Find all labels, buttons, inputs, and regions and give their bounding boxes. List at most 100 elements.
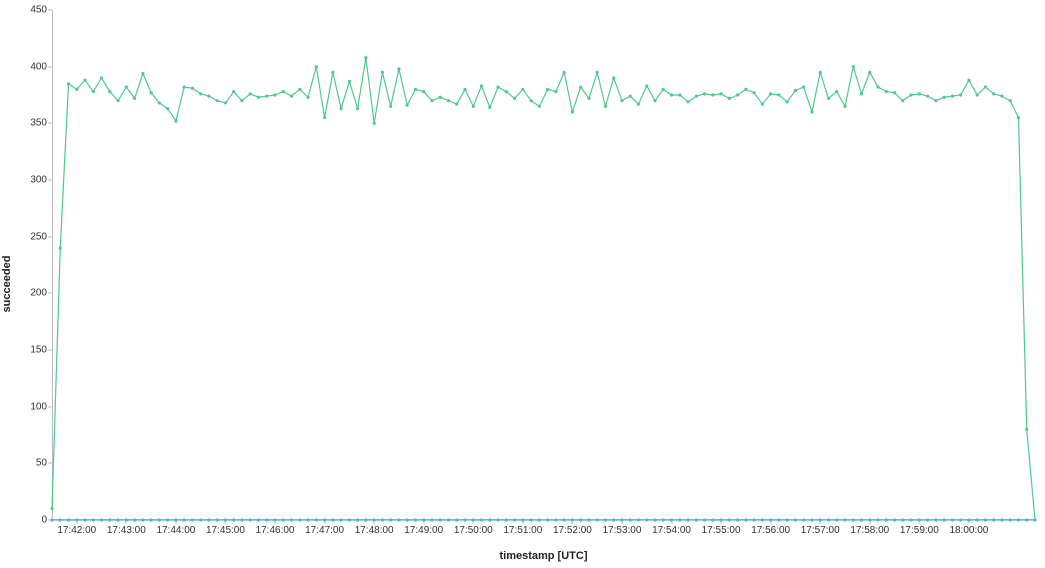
series-point-failed bbox=[199, 518, 202, 521]
series-point-succeeded bbox=[1033, 518, 1036, 521]
series-point-succeeded bbox=[373, 122, 376, 125]
y-tick-label: 450 bbox=[7, 5, 47, 16]
series-point-failed bbox=[736, 518, 739, 521]
series-point-succeeded bbox=[488, 106, 491, 109]
series-point-failed bbox=[83, 518, 86, 521]
series-point-succeeded bbox=[769, 92, 772, 95]
series-point-succeeded bbox=[918, 92, 921, 95]
series-point-succeeded bbox=[1025, 428, 1028, 431]
series-point-failed bbox=[447, 518, 450, 521]
series-point-failed bbox=[166, 518, 169, 521]
series-point-succeeded bbox=[133, 97, 136, 100]
series-point-succeeded bbox=[868, 71, 871, 74]
series-point-succeeded bbox=[150, 91, 153, 94]
series-point-succeeded bbox=[50, 507, 53, 510]
series-point-failed bbox=[265, 518, 268, 521]
series-point-failed bbox=[926, 518, 929, 521]
series-point-succeeded bbox=[686, 100, 689, 103]
x-tick-label: 17:55:00 bbox=[702, 525, 741, 536]
series-point-succeeded bbox=[951, 95, 954, 98]
series-point-failed bbox=[1025, 518, 1028, 521]
series-point-succeeded bbox=[298, 88, 301, 91]
series-point-succeeded bbox=[703, 92, 706, 95]
series-point-succeeded bbox=[753, 91, 756, 94]
x-tick-label: 17:48:00 bbox=[355, 525, 394, 536]
series-point-failed bbox=[637, 518, 640, 521]
series-point-succeeded bbox=[1017, 116, 1020, 119]
x-tick-label: 17:56:00 bbox=[751, 525, 790, 536]
series-point-failed bbox=[563, 518, 566, 521]
series-point-succeeded bbox=[629, 95, 632, 98]
series-point-failed bbox=[183, 518, 186, 521]
series-point-failed bbox=[381, 518, 384, 521]
series-point-failed bbox=[290, 518, 293, 521]
series-point-succeeded bbox=[174, 119, 177, 122]
x-tick-label: 18:00:00 bbox=[949, 525, 988, 536]
series-point-failed bbox=[50, 518, 53, 521]
series-point-succeeded bbox=[810, 110, 813, 113]
series-point-succeeded bbox=[695, 95, 698, 98]
series-point-succeeded bbox=[472, 105, 475, 108]
series-point-failed bbox=[521, 518, 524, 521]
series-point-failed bbox=[472, 518, 475, 521]
series-point-succeeded bbox=[571, 110, 574, 113]
series-point-succeeded bbox=[596, 71, 599, 74]
series-point-failed bbox=[777, 518, 780, 521]
series-point-succeeded bbox=[587, 97, 590, 100]
series-point-failed bbox=[959, 518, 962, 521]
series-point-failed bbox=[1017, 518, 1020, 521]
series-point-succeeded bbox=[406, 104, 409, 107]
series-point-failed bbox=[629, 518, 632, 521]
series-point-succeeded bbox=[224, 101, 227, 104]
series-point-succeeded bbox=[282, 90, 285, 93]
series-point-succeeded bbox=[579, 85, 582, 88]
series-point-failed bbox=[761, 518, 764, 521]
series-point-failed bbox=[430, 518, 433, 521]
series-point-failed bbox=[876, 518, 879, 521]
series-point-failed bbox=[216, 518, 219, 521]
series-point-failed bbox=[348, 518, 351, 521]
series-point-succeeded bbox=[356, 107, 359, 110]
series-point-succeeded bbox=[439, 96, 442, 99]
series-point-succeeded bbox=[290, 95, 293, 98]
series-point-succeeded bbox=[554, 90, 557, 93]
series-point-succeeded bbox=[92, 90, 95, 93]
series-point-failed bbox=[620, 518, 623, 521]
series-point-succeeded bbox=[505, 90, 508, 93]
series-point-failed bbox=[249, 518, 252, 521]
series-point-succeeded bbox=[463, 88, 466, 91]
series-point-succeeded bbox=[1000, 95, 1003, 98]
series-point-failed bbox=[439, 518, 442, 521]
series-point-failed bbox=[505, 518, 508, 521]
series-point-failed bbox=[488, 518, 491, 521]
x-tick-label: 17:51:00 bbox=[503, 525, 542, 536]
y-tick-label: 50 bbox=[7, 458, 47, 469]
series-point-succeeded bbox=[653, 99, 656, 102]
y-tick-label: 350 bbox=[7, 118, 47, 129]
series-point-failed bbox=[860, 518, 863, 521]
series-point-succeeded bbox=[720, 92, 723, 95]
series-point-succeeded bbox=[943, 96, 946, 99]
series-point-failed bbox=[678, 518, 681, 521]
series-point-succeeded bbox=[612, 76, 615, 79]
series-point-succeeded bbox=[306, 96, 309, 99]
series-point-failed bbox=[364, 518, 367, 521]
series-point-succeeded bbox=[736, 93, 739, 96]
series-point-succeeded bbox=[835, 90, 838, 93]
series-point-failed bbox=[397, 518, 400, 521]
series-point-failed bbox=[373, 518, 376, 521]
x-tick-label: 17:45:00 bbox=[206, 525, 245, 536]
series-point-failed bbox=[191, 518, 194, 521]
series-point-failed bbox=[92, 518, 95, 521]
series-point-failed bbox=[596, 518, 599, 521]
series-point-failed bbox=[587, 518, 590, 521]
series-point-failed bbox=[695, 518, 698, 521]
series-point-failed bbox=[967, 518, 970, 521]
series-point-succeeded bbox=[909, 93, 912, 96]
series-point-succeeded bbox=[75, 88, 78, 91]
series-point-succeeded bbox=[265, 95, 268, 98]
series-point-succeeded bbox=[728, 97, 731, 100]
series-point-failed bbox=[323, 518, 326, 521]
series-point-failed bbox=[240, 518, 243, 521]
x-tick-label: 17:57:00 bbox=[801, 525, 840, 536]
